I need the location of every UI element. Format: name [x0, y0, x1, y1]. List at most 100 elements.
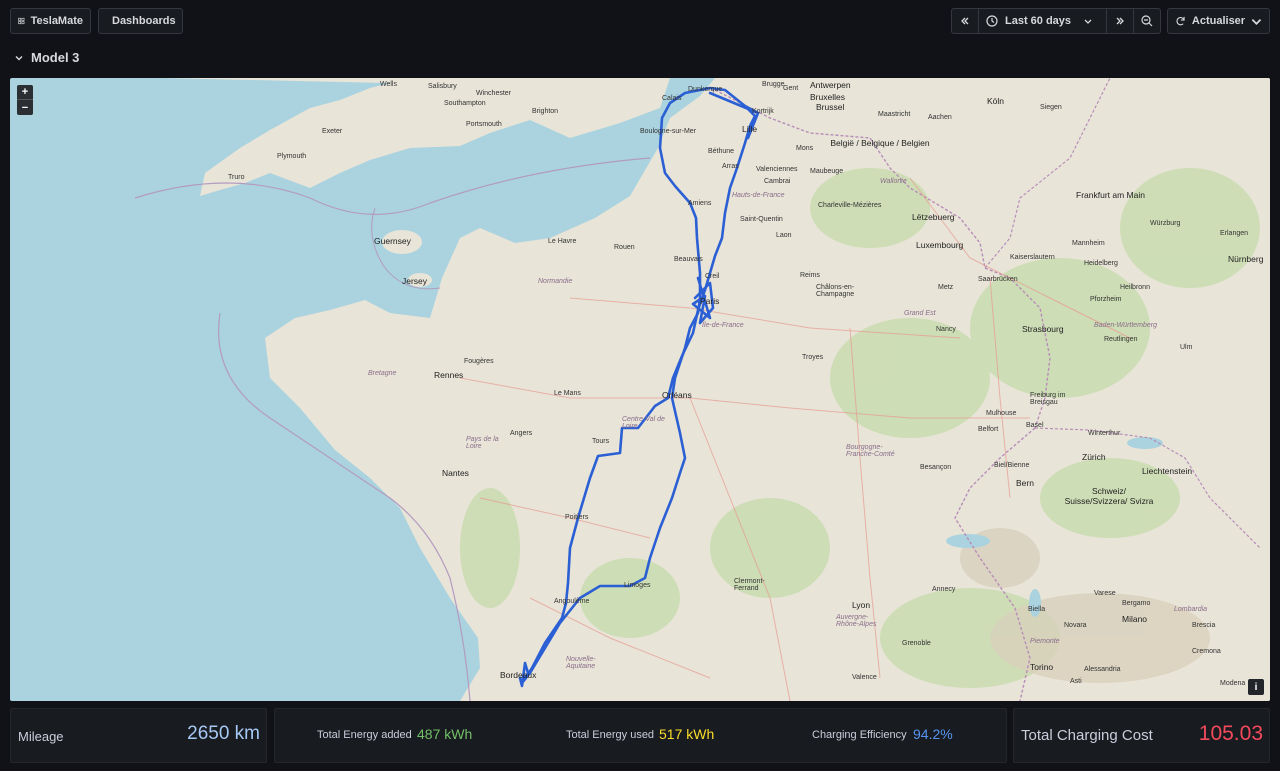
map-label: Exeter	[322, 128, 343, 135]
map-label: Bretagne	[368, 370, 397, 377]
map-label: Grenoble	[902, 640, 931, 647]
map-label: Portsmouth	[466, 121, 502, 128]
dashboards-label: Dashboards	[112, 15, 176, 27]
map-label: Asti	[1070, 678, 1082, 685]
refresh-label: Actualiser	[1191, 15, 1246, 27]
map-label: Maastricht	[878, 111, 911, 118]
zoom-out-button[interactable]: −	[17, 100, 33, 115]
map-label: Poitiers	[565, 514, 589, 521]
map-label: Heilbronn	[1120, 284, 1150, 291]
map-label: Brugge	[762, 81, 785, 88]
zoom-control: + −	[17, 85, 33, 115]
mileage-value: 2650 km	[187, 723, 260, 744]
map-label: Rouen	[614, 244, 635, 251]
map-label: Maubeuge	[810, 168, 844, 175]
map-label: Hauts-de-France	[732, 192, 785, 199]
mileage-label: Mileage	[18, 729, 64, 744]
refresh-button[interactable]: Actualiser	[1167, 8, 1270, 34]
energy-used-value: 517 kWh	[659, 726, 715, 742]
map-label: Zürich	[1082, 452, 1106, 462]
map-label: Salisbury	[428, 83, 457, 90]
map-label: Reutlingen	[1104, 336, 1138, 343]
chevron-down-icon	[1251, 19, 1262, 25]
map-label: Brighton	[532, 108, 559, 115]
map-label: Grand Est	[904, 310, 936, 317]
map-label: Clermont-Ferrand	[734, 578, 765, 592]
map-label: Brussel	[816, 102, 845, 112]
mileage-panel: Mileage 2650 km	[10, 708, 267, 763]
map-label: Novara	[1064, 622, 1087, 629]
map-label: Beauvais	[674, 256, 703, 263]
map-label: Winterthur	[1088, 430, 1121, 437]
charging-cost-panel: Total Charging Cost 105.03	[1013, 708, 1270, 763]
map-label: Dunkerque	[688, 86, 723, 93]
map-label: Bordeaux	[500, 670, 537, 680]
row-header[interactable]: Model 3	[15, 50, 79, 65]
map-label: Lille	[742, 124, 758, 134]
map-label: Troyes	[802, 354, 824, 361]
map-label: Mulhouse	[986, 410, 1017, 417]
zoom-in-button[interactable]: +	[17, 85, 33, 100]
map-label: Le Havre	[548, 238, 577, 245]
row-title: Model 3	[31, 50, 80, 65]
map-label: Cambrai	[764, 178, 791, 185]
map-label: Plymouth	[277, 153, 307, 160]
map-label: Arras	[722, 163, 739, 170]
time-range-picker[interactable]: Last 60 days	[979, 9, 1107, 33]
apps-grid-icon	[18, 17, 25, 25]
map-label: Nancy	[936, 326, 956, 333]
map-label: Bourgogne-Franche-Comté	[846, 444, 895, 458]
map-label: Guernsey	[374, 236, 411, 246]
map-label: Gent	[783, 85, 799, 92]
map-label: Angers	[510, 430, 533, 437]
clock-icon	[986, 15, 998, 27]
map-label: Saarbrücken	[978, 276, 1018, 283]
info-icon[interactable]: i	[1248, 679, 1264, 695]
chevron-down-icon	[1084, 19, 1092, 24]
energy-used-label: Total Energy used	[566, 729, 655, 741]
map-label: Heidelberg	[1084, 260, 1118, 267]
map-label: Valence	[852, 674, 877, 681]
map-label: Alessandria	[1084, 666, 1121, 673]
zoom-out-time-button[interactable]	[1134, 9, 1160, 33]
chevrons-right-icon	[1116, 17, 1124, 25]
shift-forward-button[interactable]	[1107, 9, 1134, 33]
map-label: Valenciennes	[756, 166, 798, 173]
map-label: Brescia	[1192, 622, 1216, 629]
map-label: Limoges	[624, 582, 651, 589]
map-label: Erlangen	[1220, 230, 1249, 237]
map-label: Pays de la Loire	[466, 436, 499, 450]
map-label: Île-de-France	[702, 322, 744, 329]
dashboards-button[interactable]: Dashboards	[98, 8, 183, 34]
map-label: Baden-Württemberg	[1094, 322, 1158, 329]
chevron-down-icon	[15, 55, 23, 60]
cost-label: Total Charging Cost	[1021, 727, 1153, 744]
map-label: Metz	[938, 284, 954, 291]
route-map[interactable]: Wells Salisbury Winchester Southampton B…	[10, 78, 1270, 701]
map-label: Schweiz/ Suisse/Svizzera/ Svizra	[1064, 486, 1154, 506]
map-label: Torino	[1030, 662, 1054, 672]
map-label: Annecy	[932, 586, 956, 593]
map-label: Lëtzebuerg	[912, 212, 955, 222]
top-bar: TeslaMate Dashboards Last 60 days Actual…	[0, 0, 1280, 44]
map-label: Mannheim	[1072, 240, 1105, 247]
map-label: Nouvelle-Aquitaine	[566, 656, 596, 670]
shift-back-button[interactable]	[952, 9, 979, 33]
home-label: TeslaMate	[30, 15, 83, 27]
map-label: Nantes	[442, 468, 469, 478]
map-label: Frankfurt am Main	[1076, 190, 1145, 200]
map-label: Jersey	[402, 276, 428, 286]
time-range-label: Last 60 days	[1005, 15, 1072, 27]
map-label: Paris	[700, 296, 720, 306]
map-label: Amiens	[688, 200, 712, 207]
map-label: Orléans	[662, 390, 692, 400]
map-label: Ulm	[1180, 344, 1193, 351]
map-label: Köln	[987, 96, 1005, 106]
map-label: Kortrijk	[752, 108, 774, 115]
map-label: Bergamo	[1122, 600, 1151, 607]
home-button[interactable]: TeslaMate	[10, 8, 91, 34]
map-label: Siegen	[1040, 104, 1062, 111]
map-label: Normandie	[538, 278, 573, 285]
map-label: Châlons-en-Champagne	[816, 284, 855, 298]
efficiency-label: Charging Efficiency	[812, 729, 907, 741]
